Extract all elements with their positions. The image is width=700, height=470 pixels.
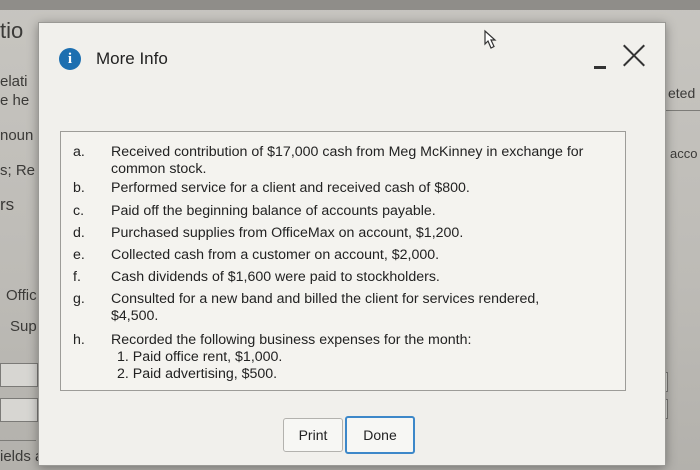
item-line: Received contribution of $17,000 cash fr… (111, 144, 584, 160)
item-line: Cash dividends of $1,600 were paid to st… (111, 269, 440, 285)
background-text: acco (670, 146, 698, 161)
item-line: common stock. (111, 161, 207, 177)
item-line: Purchased supplies from OfficeMax on acc… (111, 225, 464, 241)
background-text: Sup (10, 318, 37, 335)
info-icon: i (59, 48, 81, 70)
item-letter: e. (73, 247, 85, 263)
item-text: Cash dividends of $1,600 were paid to st… (111, 269, 611, 286)
background-input (0, 398, 38, 422)
dialog-title: More Info (96, 49, 168, 68)
background-text: e he (0, 92, 30, 109)
close-icon[interactable] (621, 42, 647, 68)
cursor-icon (484, 29, 497, 49)
item-line: 1. Paid office rent, $1,000. (117, 349, 283, 365)
item-text: Consulted for a new band and billed the … (111, 291, 611, 325)
background-divider (0, 440, 36, 441)
item-letter: g. (73, 291, 85, 307)
dialog-header: i More Info (39, 23, 665, 93)
minimize-icon[interactable] (594, 66, 606, 69)
item-letter: f. (73, 269, 81, 285)
item-text: Paid off the beginning balance of accoun… (111, 203, 611, 220)
item-text: Recorded the following business expenses… (111, 332, 611, 383)
item-line: Recorded the following business expenses… (111, 332, 472, 348)
item-letter: b. (73, 180, 85, 196)
item-letter: h. (73, 332, 85, 348)
background-text: tio (0, 18, 24, 43)
item-letter: c. (73, 203, 85, 219)
item-text: Performed service for a client and recei… (111, 180, 611, 197)
background-text: eted (668, 85, 696, 101)
item-line: Consulted for a new band and billed the … (111, 291, 540, 307)
background-text: s; Re (0, 162, 36, 179)
background-divider (666, 110, 700, 111)
background-top-bar (0, 0, 700, 10)
item-line: Performed service for a client and recei… (111, 180, 470, 196)
more-info-dialog: i More Info a. Received contribution of … (38, 22, 666, 466)
background-input (0, 363, 38, 387)
item-line: 2. Paid advertising, $500. (117, 366, 278, 382)
print-button[interactable]: Print (283, 418, 343, 452)
background-text: ields a (0, 448, 44, 465)
item-letter: d. (73, 225, 85, 241)
item-line: Paid off the beginning balance of accoun… (111, 203, 436, 219)
item-letter: a. (73, 144, 85, 160)
item-line: Collected cash from a customer on accoun… (111, 247, 440, 263)
background-text: Offic (6, 287, 37, 304)
item-text: Received contribution of $17,000 cash fr… (111, 144, 611, 178)
item-text: Collected cash from a customer on accoun… (111, 247, 611, 264)
background-text: rs (0, 195, 15, 214)
item-text: Purchased supplies from OfficeMax on acc… (111, 225, 611, 242)
background-text: elati (0, 73, 28, 90)
transactions-list: a. Received contribution of $17,000 cash… (60, 131, 626, 391)
done-button[interactable]: Done (345, 416, 415, 454)
background-text: noun (0, 127, 34, 144)
item-line: $4,500. (111, 308, 159, 324)
